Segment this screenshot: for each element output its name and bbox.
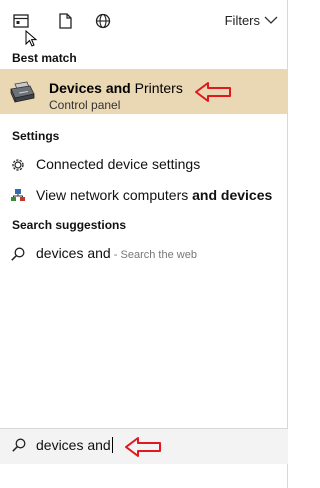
web-icon[interactable] xyxy=(94,12,112,30)
annotation-arrow-icon xyxy=(195,82,231,102)
apps-icon[interactable] xyxy=(12,12,30,30)
settings-item-network-computers[interactable]: View network computers and devices xyxy=(0,183,288,209)
settings-heading: Settings xyxy=(12,129,60,143)
document-icon[interactable] xyxy=(56,12,74,30)
best-match-heading: Best match xyxy=(12,51,77,65)
filters-label: Filters xyxy=(224,13,260,28)
search-icon xyxy=(11,247,25,261)
network-icon xyxy=(11,189,25,201)
settings-item-connected-device[interactable]: Connected device settings xyxy=(0,152,288,178)
search-suggestions-heading: Search suggestions xyxy=(12,218,127,232)
settings-item-label: View network computers and devices xyxy=(36,187,272,203)
search-toolbar: Filters xyxy=(0,0,288,47)
network-label-bold: and devices xyxy=(192,187,273,203)
mouse-cursor-icon xyxy=(25,30,38,47)
suggestion-label: devices and - Search the web xyxy=(36,245,197,261)
settings-item-label: Connected device settings xyxy=(36,156,201,172)
search-panel: Filters Best match Devices and Printers … xyxy=(0,0,288,488)
filters-button[interactable]: Filters xyxy=(225,13,278,28)
annotation-arrow-icon xyxy=(125,437,161,457)
network-label-plain: View network computers xyxy=(36,187,193,203)
search-icon xyxy=(12,438,26,452)
text-caret xyxy=(111,437,113,453)
best-match-title-rest: Printers xyxy=(130,80,183,96)
printer-icon xyxy=(10,81,35,103)
best-match-subtitle: Control panel xyxy=(49,98,121,112)
suggestion-hint: - Search the web xyxy=(110,249,197,261)
suggestion-text: devices and xyxy=(36,245,111,261)
best-match-title-bold: Devices and xyxy=(49,80,131,96)
chevron-down-icon xyxy=(264,16,278,24)
search-input[interactable]: devices and xyxy=(36,437,113,453)
suggestion-item[interactable]: devices and - Search the web xyxy=(0,241,288,267)
best-match-item[interactable]: Devices and Printers Control panel xyxy=(0,69,288,114)
best-match-title: Devices and Printers xyxy=(49,80,183,96)
search-input-value: devices and xyxy=(36,437,111,453)
gear-icon xyxy=(12,159,24,171)
